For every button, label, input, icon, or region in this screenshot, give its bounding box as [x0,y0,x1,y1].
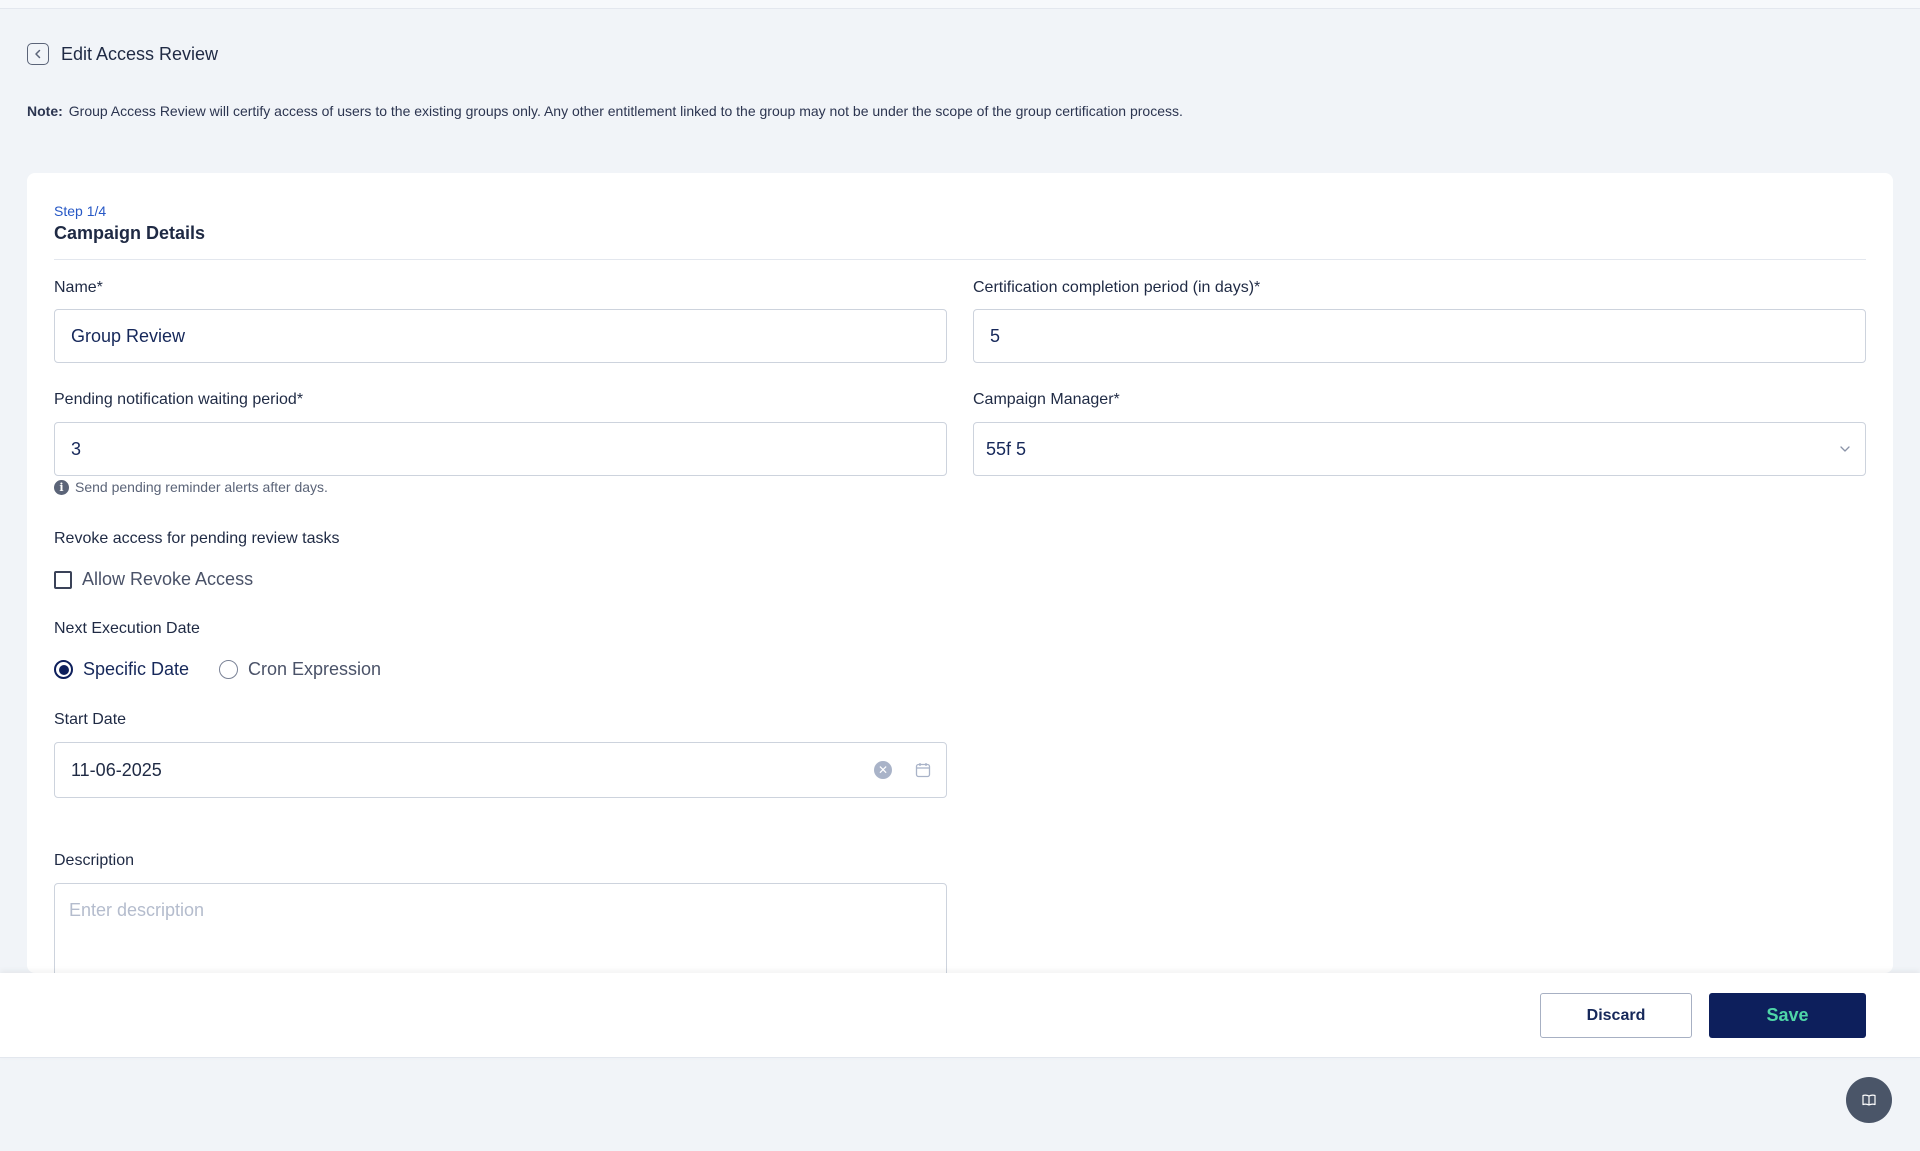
start-date-label: Start Date [54,711,127,728]
page-header: Edit Access Review [27,43,218,65]
discard-button[interactable]: Discard [1540,993,1692,1038]
top-bar [0,0,1920,9]
section-title: Campaign Details [54,223,206,243]
name-field-wrapper [54,309,947,363]
action-footer: Discard Save [0,973,1920,1058]
calendar-icon[interactable] [914,761,932,779]
note-banner: Note: Group Access Review will certify ac… [27,103,1183,119]
radio-cron-expression-label: Cron Expression [248,659,382,679]
step-indicator: Step 1/4 [54,203,107,219]
start-date-wrapper: ✕ [54,742,947,798]
campaign-manager-label: Campaign Manager* [973,391,1120,408]
campaign-manager-value: 55f 5 [986,438,1027,459]
description-label: Description [54,852,135,869]
date-actions: ✕ [874,761,932,779]
pending-notification-hint: i Send pending reminder alerts after day… [54,479,328,495]
radio-specific-date-label: Specific Date [83,659,190,679]
book-icon [1862,1094,1876,1106]
pending-notification-hint-text: Send pending reminder alerts after days. [75,479,328,495]
certification-period-input[interactable] [988,324,1851,348]
section-divider [54,259,1866,260]
name-label: Name* [54,279,103,296]
name-input[interactable] [69,324,932,348]
start-date-input[interactable] [69,758,874,782]
allow-revoke-label: Allow Revoke Access [82,569,254,589]
campaign-details-card: Step 1/4 Campaign Details Name* Certific… [27,173,1893,993]
radio-cron-expression-control[interactable] [219,660,238,679]
campaign-manager-select[interactable]: 55f 5 [973,422,1866,476]
chevron-left-icon [35,49,41,59]
certification-period-wrapper [973,309,1866,363]
pending-notification-wrapper [54,422,947,476]
info-icon: i [54,479,69,495]
radio-cron-expression[interactable]: Cron Expression [219,659,381,680]
help-button[interactable] [1846,1077,1892,1123]
revoke-label: Revoke access for pending review tasks [54,530,340,547]
allow-revoke-checkbox-row[interactable]: Allow Revoke Access [54,569,253,590]
radio-specific-date-control[interactable] [54,660,73,679]
back-button[interactable] [27,43,49,65]
next-execution-label: Next Execution Date [54,620,200,637]
pending-notification-input[interactable] [69,437,932,461]
allow-revoke-checkbox[interactable] [54,570,72,589]
save-button[interactable]: Save [1709,993,1866,1038]
chevron-down-icon [1840,446,1850,452]
note-label: Note: [27,103,63,119]
note-text: Group Access Review will certify access … [68,103,1183,119]
certification-period-label: Certification completion period (in days… [973,279,1261,296]
pending-notification-label: Pending notification waiting period* [54,391,304,408]
clear-date-icon[interactable]: ✕ [874,761,892,779]
radio-specific-date[interactable]: Specific Date [54,659,189,680]
page-title: Edit Access Review [61,43,219,64]
